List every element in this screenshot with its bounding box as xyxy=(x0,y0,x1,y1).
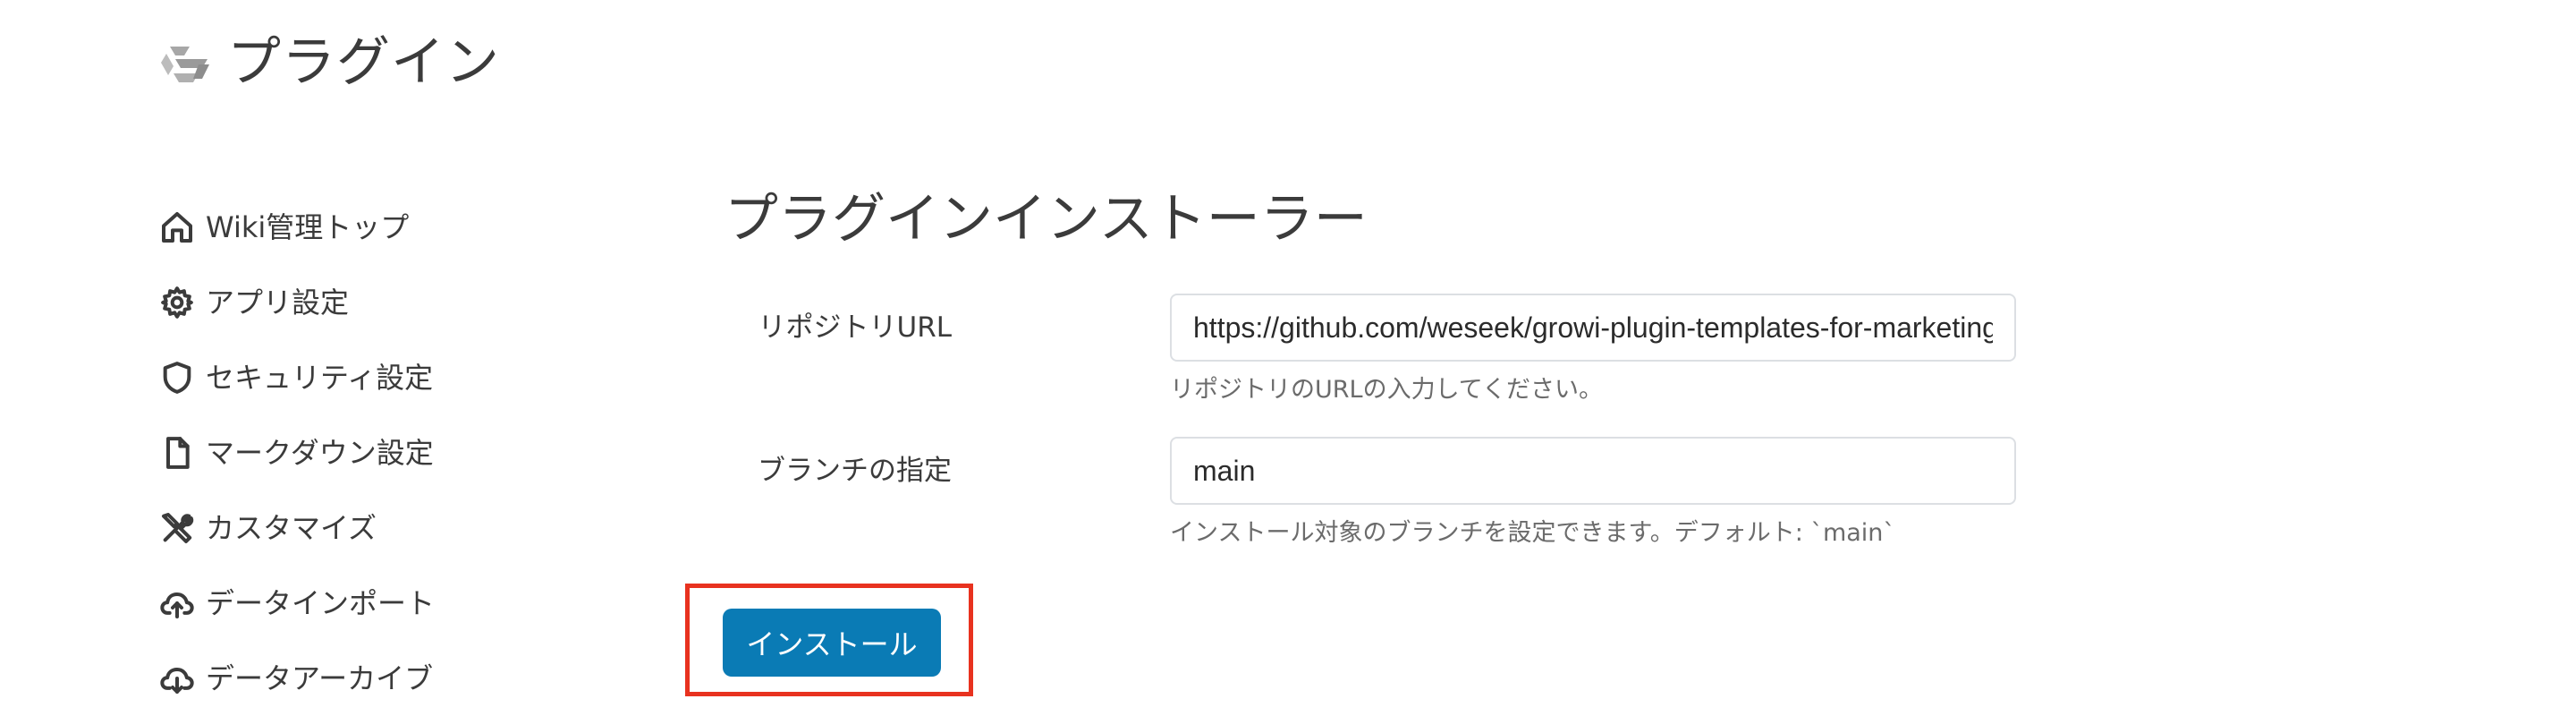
sidebar-item-label: データアーカイブ xyxy=(206,661,434,695)
sidebar-item-wiki-admin-top[interactable]: Wiki管理トップ xyxy=(157,190,533,265)
repository-url-input[interactable] xyxy=(1170,294,2016,362)
cloud-download-icon xyxy=(157,659,197,698)
branch-input[interactable] xyxy=(1170,437,2016,505)
sidebar-item-markdown-settings[interactable]: マークダウン設定 xyxy=(157,415,533,490)
shield-icon xyxy=(157,358,197,397)
sidebar-item-security-settings[interactable]: セキュリティ設定 xyxy=(157,340,533,415)
section-title: プラグインインストーラー xyxy=(724,188,1368,251)
branch-help: インストール対象のブランチを設定できます。デフォルト: `main` xyxy=(1170,519,1895,547)
admin-sidebar: Wiki管理トップ アプリ設定 セキュリティ設定 マークダウン設定 カスタマイズ… xyxy=(157,190,533,716)
install-button[interactable]: インストール xyxy=(723,609,941,677)
repository-url-help: リポジトリのURLの入力してください。 xyxy=(1170,376,1603,404)
sidebar-item-label: アプリ設定 xyxy=(206,286,350,320)
sidebar-item-label: データインポート xyxy=(206,586,436,620)
sidebar-item-label: カスタマイズ xyxy=(206,511,377,545)
sidebar-item-label: マークダウン設定 xyxy=(206,436,434,470)
sidebar-item-data-archive[interactable]: データアーカイブ xyxy=(157,641,533,716)
tools-icon xyxy=(157,508,197,548)
plugin-installer-panel: プラグインインストーラー リポジトリURL リポジトリのURLの入力してください… xyxy=(724,179,2066,547)
branch-label: ブランチの指定 xyxy=(758,455,952,487)
gear-icon xyxy=(157,283,197,322)
document-icon xyxy=(157,433,197,473)
sidebar-item-data-import[interactable]: データインポート xyxy=(157,566,533,641)
sidebar-item-app-settings[interactable]: アプリ設定 xyxy=(157,265,533,340)
page-header: プラグイン xyxy=(157,27,500,98)
growi-logo-icon xyxy=(157,34,215,91)
sidebar-item-label: Wiki管理トップ xyxy=(206,210,410,244)
sidebar-item-label: セキュリティ設定 xyxy=(206,361,434,395)
home-icon xyxy=(157,208,197,247)
repository-url-label: リポジトリURL xyxy=(758,311,953,344)
page-title: プラグイン xyxy=(227,31,500,94)
sidebar-item-customize[interactable]: カスタマイズ xyxy=(157,490,533,566)
cloud-upload-icon xyxy=(157,584,197,623)
